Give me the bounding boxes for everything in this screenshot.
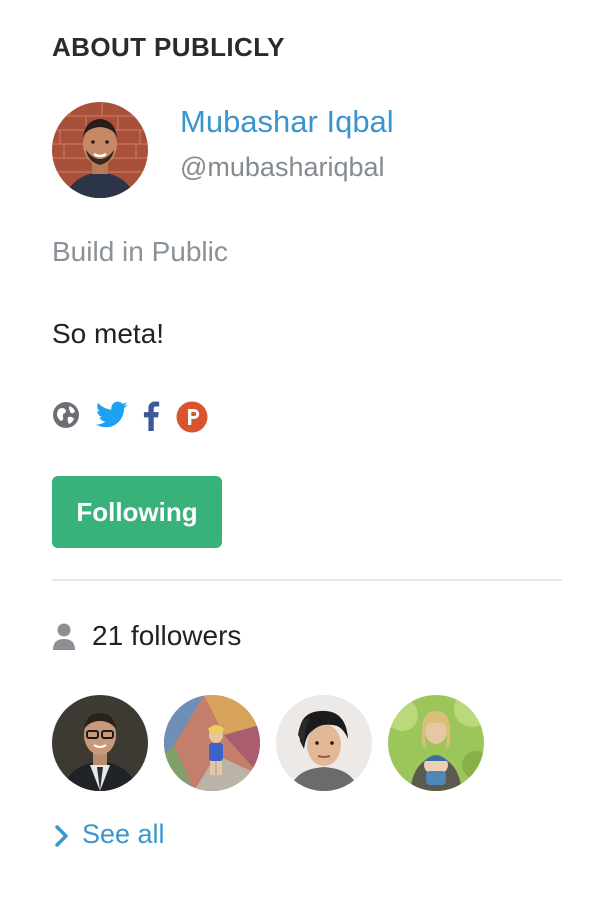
follower-avatar[interactable]	[388, 695, 484, 791]
maker-name-link[interactable]: Mubashar Iqbal	[180, 104, 394, 140]
product-tagline: Build in Public	[52, 236, 228, 267]
follower-avatar-photo	[276, 695, 372, 791]
follower-avatars	[52, 695, 512, 791]
facebook-icon	[143, 401, 160, 431]
product-description: So meta!	[52, 318, 165, 349]
facebook-link[interactable]	[142, 401, 162, 431]
website-link[interactable]	[52, 401, 80, 431]
maker-handle: @mubashariqbal	[180, 152, 385, 182]
chevron-right-icon	[55, 825, 68, 847]
producthunt-link[interactable]	[176, 401, 208, 433]
twitter-icon	[96, 401, 128, 428]
follower-avatar-photo	[164, 695, 260, 791]
following-button[interactable]: Following	[52, 476, 222, 548]
follower-avatar[interactable]	[164, 695, 260, 791]
see-all-link[interactable]: See all	[52, 818, 232, 854]
producthunt-icon	[176, 401, 208, 433]
follower-avatar[interactable]	[52, 695, 148, 791]
followers-summary: 21 followers	[52, 618, 452, 658]
follower-avatar-photo	[52, 695, 148, 791]
divider	[52, 579, 562, 581]
maker-card: Mubashar Iqbal @mubashariqbal	[52, 102, 562, 198]
followers-count: 21 followers	[92, 620, 242, 651]
person-icon	[53, 623, 75, 650]
follower-avatar[interactable]	[276, 695, 372, 791]
maker-avatar[interactable]	[52, 102, 148, 198]
social-links	[52, 401, 252, 433]
globe-icon	[53, 402, 79, 428]
twitter-link[interactable]	[96, 401, 128, 431]
section-title: ABOUT PUBLICLY	[52, 32, 285, 62]
see-all-label: See all	[82, 819, 165, 849]
maker-avatar-photo	[52, 102, 148, 198]
follower-avatar-photo	[388, 695, 484, 791]
